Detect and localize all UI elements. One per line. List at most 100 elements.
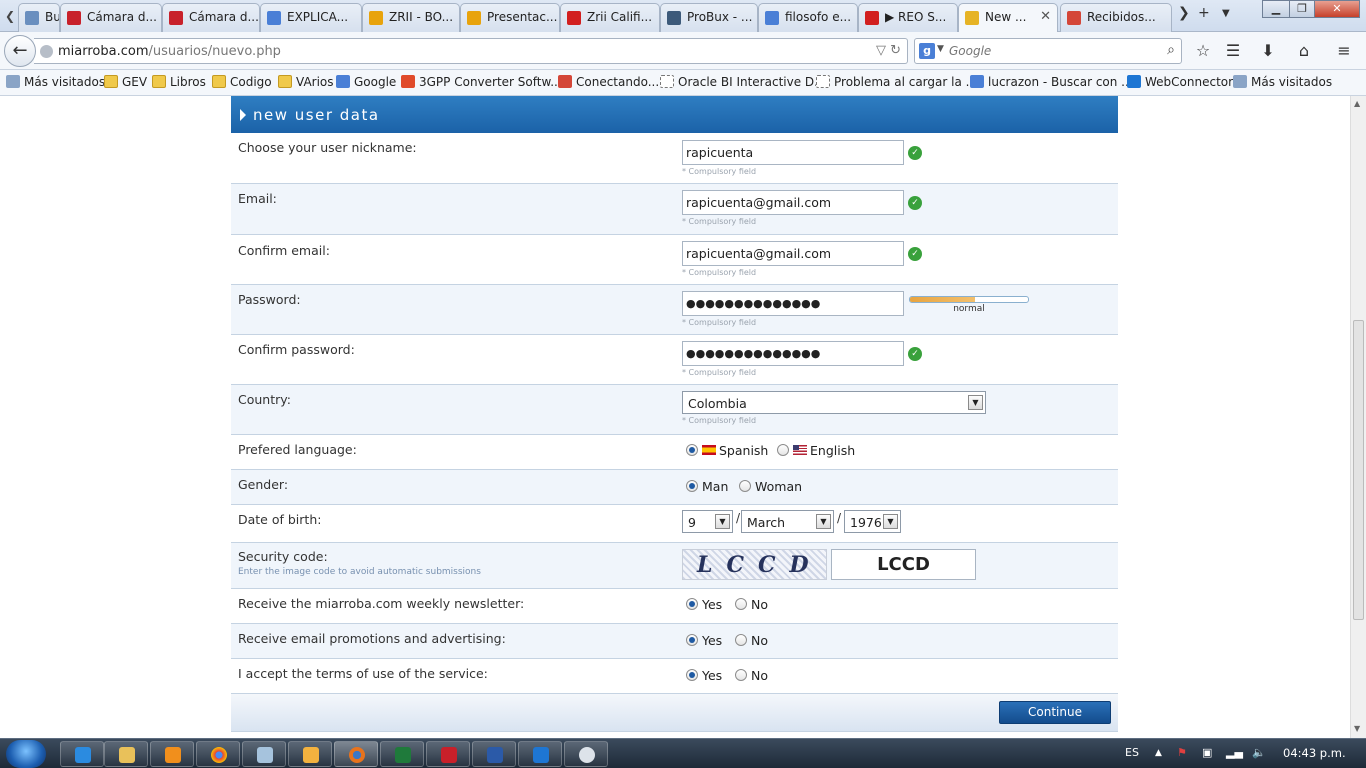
taskbar-media[interactable] [150, 741, 194, 767]
country-select[interactable]: Colombia ▼ [682, 391, 986, 414]
signal-icon[interactable]: ▂▄ [1226, 746, 1243, 759]
browser-tab[interactable]: Bus... [18, 3, 60, 32]
start-button[interactable] [6, 740, 46, 768]
download-icon[interactable]: ⬇ [1258, 41, 1278, 60]
page-scrollbar[interactable]: ▲ ▼ [1350, 96, 1366, 738]
confirm-password-field[interactable] [682, 341, 904, 366]
menu-icon[interactable]: ≡ [1334, 41, 1354, 60]
list-tabs-icon[interactable]: ▼ [1222, 8, 1230, 19]
browser-tab[interactable]: Presentac... [460, 3, 560, 32]
google-icon[interactable]: g [919, 43, 935, 59]
bookmark-item[interactable]: Codigo [212, 75, 272, 89]
bookmark-item[interactable]: lucrazon - Buscar con ... [970, 75, 1133, 89]
clock[interactable]: 04:43 p.m. [1283, 746, 1346, 760]
newsletter-yes-radio[interactable] [686, 598, 698, 610]
bookmark-item[interactable]: GEV [104, 75, 147, 89]
bookmark-item[interactable]: Problema al cargar la ... [816, 75, 977, 89]
birth-day-select[interactable]: 9 ▼ [682, 510, 733, 533]
bookmark-item[interactable]: Google [336, 75, 396, 89]
taskbar-chat[interactable] [564, 741, 608, 767]
tab-favicon-icon [865, 11, 879, 25]
taskbar-acrobat[interactable] [426, 741, 470, 767]
taskbar-excel[interactable] [380, 741, 424, 767]
reload-icon[interactable]: ▽ ↻ [876, 43, 901, 58]
taskbar-teamviewer[interactable] [518, 741, 562, 767]
chevron-down-icon[interactable]: ▼ [715, 514, 730, 529]
nickname-input[interactable] [682, 140, 904, 165]
browser-tab[interactable]: ▶ REO S... [858, 3, 958, 32]
taskbar-ie[interactable] [60, 741, 104, 767]
newsletter-no-radio[interactable] [735, 598, 747, 610]
close-window-icon[interactable]: ✕ [1314, 0, 1360, 18]
taskbar-app[interactable] [288, 741, 332, 767]
minimize-icon[interactable]: ▁ [1262, 0, 1290, 18]
bookmarks-menu-icon[interactable]: ☰ [1223, 41, 1243, 60]
birth-month-select[interactable]: March ▼ [741, 510, 834, 533]
address-bar[interactable]: miarroba.com/usuarios/nuevo.php ▽ ↻ [34, 38, 908, 64]
gender-man-radio[interactable] [686, 480, 698, 492]
new-tab-icon[interactable]: + [1198, 5, 1210, 21]
chevron-down-icon[interactable]: ▼ [937, 44, 944, 54]
input-language[interactable]: ES [1125, 746, 1139, 759]
taskbar-firefox[interactable] [334, 741, 378, 767]
tab-scroll-right-icon[interactable]: ❯ [1178, 5, 1190, 21]
taskbar-files[interactable] [242, 741, 286, 767]
bookmark-item[interactable]: Conectando... [558, 75, 659, 89]
url-text[interactable]: miarroba.com/usuarios/nuevo.php [58, 44, 281, 59]
browser-tab[interactable]: EXPLICA... [260, 3, 362, 32]
scrollbar-thumb[interactable] [1353, 320, 1364, 620]
browser-tab[interactable]: ProBux - ... [660, 3, 758, 32]
gender-woman-radio[interactable] [739, 480, 751, 492]
email-field[interactable] [682, 190, 904, 215]
search-input[interactable] [949, 42, 1149, 60]
chevron-down-icon[interactable]: ▼ [968, 395, 983, 410]
maximize-icon[interactable]: ❐ [1289, 0, 1315, 18]
browser-tab[interactable]: ZRII - BO... [362, 3, 460, 32]
email-label: Email: [238, 191, 277, 206]
browser-tab[interactable]: Zrii Califi... [560, 3, 660, 32]
bookmark-item[interactable]: VArios [278, 75, 334, 89]
browser-tab[interactable]: filosofo e... [758, 3, 858, 32]
scroll-up-icon[interactable]: ▲ [1354, 99, 1360, 108]
bookmark-item[interactable]: Libros [152, 75, 206, 89]
chevron-down-icon[interactable]: ▼ [883, 514, 898, 529]
tab-scroll-left-icon[interactable]: ❮ [2, 6, 18, 26]
browser-tab[interactable]: New ... ✕ [958, 3, 1058, 33]
taskbar-word[interactable] [472, 741, 516, 767]
captcha-image: LCCD [682, 549, 827, 580]
security-code-input[interactable] [831, 549, 976, 580]
search-icon[interactable]: ⌕ [1167, 42, 1175, 58]
taskbar-chrome[interactable] [196, 741, 240, 767]
back-button[interactable]: ← [4, 35, 36, 67]
volume-icon[interactable]: 🔈 [1252, 746, 1266, 759]
language-spanish-radio[interactable] [686, 444, 698, 456]
close-tab-icon[interactable]: ✕ [1040, 9, 1051, 24]
browser-tab[interactable]: Cámara d... [162, 3, 260, 32]
security-hint: Enter the image code to avoid automatic … [238, 567, 481, 577]
language-english-radio[interactable] [777, 444, 789, 456]
chevron-up-icon[interactable]: ▲ [1155, 748, 1162, 758]
continue-button[interactable]: Continue [999, 701, 1111, 724]
promotions-yes-radio[interactable] [686, 634, 698, 646]
search-bar[interactable]: g ▼ ⌕ [914, 38, 1182, 64]
confirm-email-field[interactable] [682, 241, 904, 266]
bookmark-item[interactable]: Más visitados [1233, 75, 1332, 89]
chevron-down-icon[interactable]: ▼ [816, 514, 831, 529]
browser-tab[interactable]: Cámara d... [60, 3, 162, 32]
birth-year-select[interactable]: 1976 ▼ [844, 510, 901, 533]
network-error-icon[interactable]: ⚑ [1177, 746, 1187, 759]
password-field[interactable] [682, 291, 904, 316]
bookmark-item[interactable]: 3GPP Converter Softw... [401, 75, 562, 89]
promotions-no-radio[interactable] [735, 634, 747, 646]
bookmark-star-icon[interactable]: ☆ [1193, 41, 1213, 60]
bookmark-item[interactable]: Más visitados [6, 75, 105, 89]
scroll-down-icon[interactable]: ▼ [1354, 724, 1360, 733]
taskbar-explorer[interactable] [104, 741, 148, 767]
home-icon[interactable]: ⌂ [1294, 41, 1314, 60]
browser-tab[interactable]: Recibidos... [1060, 3, 1172, 32]
terms-yes-radio[interactable] [686, 669, 698, 681]
terms-no-radio[interactable] [735, 669, 747, 681]
device-icon[interactable]: ▣ [1202, 746, 1212, 759]
bookmark-item[interactable]: WebConnector [1127, 75, 1233, 89]
bookmark-item[interactable]: Oracle BI Interactive D... [660, 75, 826, 89]
